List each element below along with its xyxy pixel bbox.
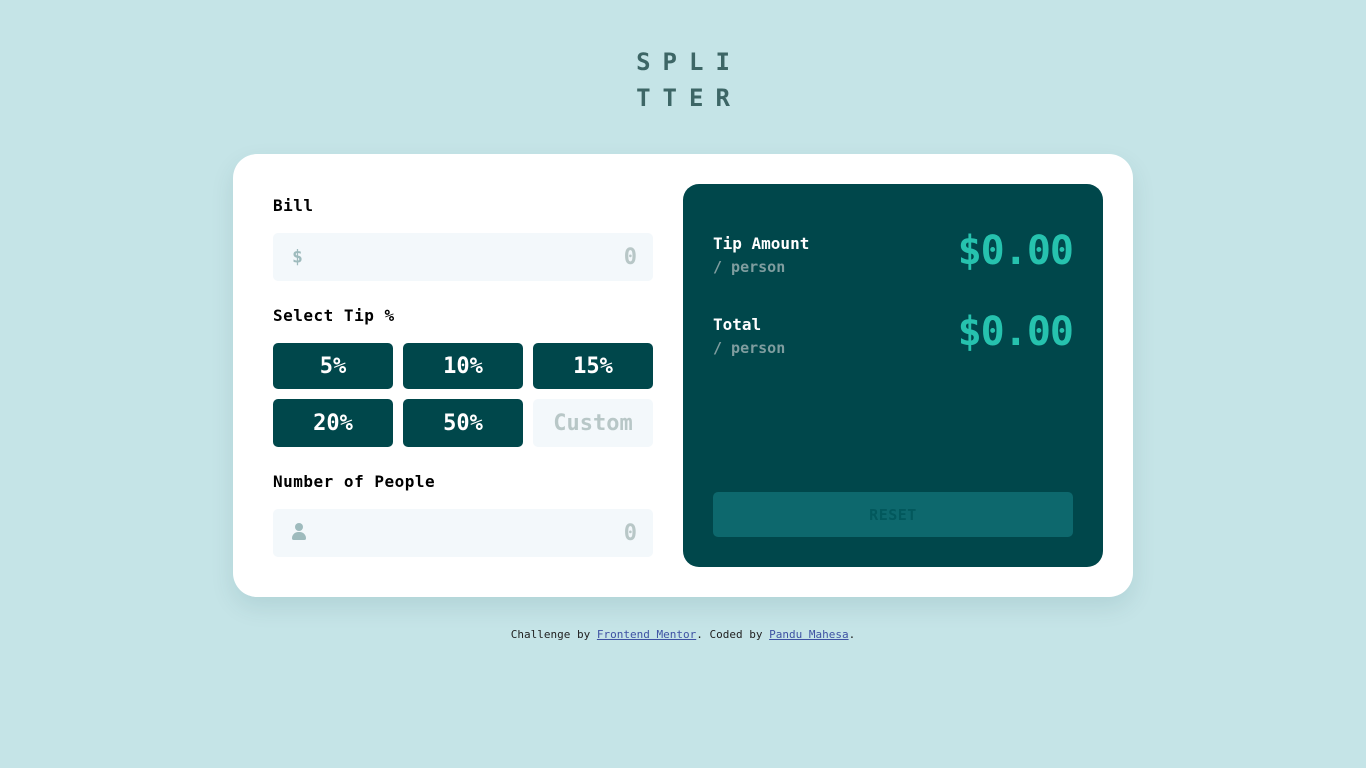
tip-amount-row: Tip Amount / person $0.00 [713,228,1074,284]
tip-options: 5% 10% 15% 20% 50% [273,343,653,447]
footer-middle: . Coded by [696,628,770,641]
select-tip-label: Select Tip % [273,306,395,325]
tip-amount-value: $0.00 [957,228,1074,274]
logo-line-1: SPLI [636,48,742,76]
tip-button-20[interactable]: 20% [273,399,393,447]
people-input[interactable] [273,509,653,557]
people-label: Number of People [273,472,436,491]
custom-tip-input[interactable] [533,399,653,447]
logo-line-2: TTER [636,84,742,112]
reset-button[interactable]: RESET [713,492,1073,537]
footer-prefix: Challenge by [510,628,597,641]
footer-suffix: . [848,628,856,641]
tip-amount-per-person: / person [713,258,786,276]
total-per-person: / person [713,339,786,357]
total-row: Total / person $0.00 [713,309,1074,365]
tip-button-50[interactable]: 50% [403,399,523,447]
calculator-card: Bill $ Select Tip % 5% 10% 15% 20% 50% N… [233,154,1133,597]
tip-button-10[interactable]: 10% [403,343,523,389]
frontend-mentor-link[interactable]: Frontend Mentor [597,628,696,641]
app-logo: SPLI TTER [0,44,1366,116]
tip-button-5[interactable]: 5% [273,343,393,389]
tip-button-15[interactable]: 15% [533,343,653,389]
bill-input[interactable] [273,233,653,281]
tip-amount-label: Tip Amount [713,234,810,253]
bill-field: $ [273,233,653,281]
author-link[interactable]: Pandu Mahesa [769,628,848,641]
total-label: Total [713,315,762,334]
bill-label: Bill [273,196,314,215]
people-field [273,509,653,557]
attribution-footer: Challenge by Frontend Mentor. Coded by P… [0,628,1366,641]
results-panel: Tip Amount / person $0.00 Total / person… [683,184,1103,567]
total-value: $0.00 [957,309,1074,355]
